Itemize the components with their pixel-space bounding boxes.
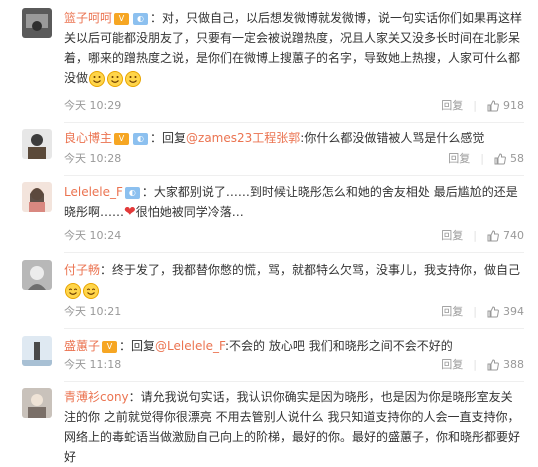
username[interactable]: 良心博主 — [64, 131, 112, 145]
comment-text: 盛蕙子 V ：回复@Lelelele_F:不会的 放心吧 我们和晓彤之间不会不好的 — [64, 336, 524, 356]
mention-link[interactable]: @Lelelele_F — [155, 339, 225, 353]
comment-meta: 今天 10:29 回复 | 918 — [64, 97, 524, 115]
reply-button[interactable]: 回复 — [441, 356, 463, 374]
comment-text: 付子畅：终于发了，我都替你憋的慌，骂，就都特么欠骂，没事儿，我支持你，做自己 — [64, 260, 524, 300]
comment-text: Lelelele_F ◐ ：大家都别说了……到时候让晓彤怎么和她的舍友相处 最后尴尬… — [64, 182, 524, 222]
comment-body: ：终于发了，我都替你憋的慌，骂，就都特么欠骂，没事儿，我支持你，做自己 — [100, 263, 521, 277]
avatar[interactable] — [22, 336, 52, 366]
divider — [64, 328, 524, 329]
reply-prefix: ：回复 — [119, 339, 156, 353]
reply-button[interactable]: 回复 — [448, 150, 470, 168]
reply-prefix: ：回复 — [150, 131, 187, 145]
comment-actions: 回复 | 918 — [441, 97, 524, 115]
thumb-up-icon — [494, 153, 506, 165]
avatar[interactable] — [22, 388, 52, 418]
avatar[interactable] — [22, 260, 52, 290]
like-count: 918 — [503, 99, 524, 112]
thumb-up-icon — [487, 230, 499, 242]
thumb-up-icon — [487, 306, 499, 318]
like-button[interactable]: 740 — [487, 227, 524, 245]
like-button[interactable]: 394 — [487, 303, 524, 321]
timestamp: 今天 11:18 — [64, 358, 122, 371]
timestamp: 今天 10:28 — [64, 152, 122, 165]
vip-badge-icon: V — [114, 12, 130, 25]
avatar[interactable] — [22, 8, 52, 38]
username[interactable]: 篮子呵呵 — [64, 11, 112, 25]
level-icon: ◐ — [133, 132, 149, 145]
reply-button[interactable]: 回复 — [441, 227, 463, 245]
comment-body: :你什么都没做错被人骂是什么感觉 — [300, 131, 485, 145]
comment-actions: 回复 | 740 — [441, 227, 524, 245]
avatar[interactable] — [22, 182, 52, 212]
timestamp: 今天 10:21 — [64, 305, 122, 318]
username[interactable]: 盛蕙子 — [64, 339, 100, 353]
reply-button[interactable]: 回复 — [441, 97, 463, 115]
like-button[interactable]: 58 — [494, 150, 524, 168]
comment-text: 良心博主 V ◐ ：回复@zames23工程张郭:你什么都没做错被人骂是什么感觉 — [64, 128, 524, 148]
comment-actions: 回复 | 388 — [441, 356, 524, 374]
like-count: 388 — [503, 358, 524, 371]
like-count: 740 — [503, 229, 524, 242]
comment-text: 篮子呵呵 V ◐ ：对，只做自己，以后想发微博就发微博，说一句实话你们如果再这样关以后… — [64, 8, 524, 88]
comment-actions: 回复 | 394 — [441, 303, 524, 321]
comment-text: 青薄衫cony：请允我说句实话，我认识你确实是因为晓彤，也是因为你是晓彤室友关注… — [64, 387, 524, 467]
like-count: 394 — [503, 305, 524, 318]
reply-button[interactable]: 回复 — [441, 303, 463, 321]
comment-body: ：请允我说句实话，我认识你确实是因为晓彤，也是因为你是晓彤室友关注的你 之前就觉… — [64, 390, 521, 464]
comment-list: 篮子呵呵 V ◐ ：对，只做自己，以后想发微博就发微博，说一句实话你们如果再这样关以后… — [0, 0, 538, 464]
vip-badge-icon: V — [114, 132, 130, 145]
comment-body: :不会的 放心吧 我们和晓彤之间不会不好的 — [225, 339, 453, 353]
thumb-up-icon — [487, 100, 499, 112]
comment-body-2: 很怕她被同学冷落… — [135, 205, 244, 219]
username[interactable]: 青薄衫cony — [64, 390, 129, 404]
like-button[interactable]: 918 — [487, 97, 524, 115]
level-icon: ◐ — [124, 186, 140, 199]
like-button[interactable]: 388 — [487, 356, 524, 374]
smile-emoji-icon — [88, 70, 142, 87]
comment-meta: 今天 10:24 回复 | 740 — [64, 227, 524, 245]
mention-link[interactable]: @zames23工程张郭 — [186, 131, 300, 145]
divider — [64, 175, 524, 176]
thumb-up-icon — [487, 359, 499, 371]
level-icon: ◐ — [133, 12, 149, 25]
smile-emoji-icon — [64, 282, 100, 299]
vip-badge-icon: V — [102, 340, 118, 353]
timestamp: 今天 10:24 — [64, 229, 122, 242]
timestamp: 今天 10:29 — [64, 99, 122, 112]
comment-meta: 今天 10:28 回复 | 58 — [64, 150, 524, 168]
divider — [64, 252, 524, 253]
avatar[interactable] — [22, 129, 52, 159]
comment-meta: 今天 11:18 回复 | 388 — [64, 356, 524, 374]
like-count: 58 — [510, 152, 524, 165]
heart-icon: ❤ — [124, 204, 136, 220]
divider — [64, 122, 524, 123]
username[interactable]: 付子畅 — [64, 263, 100, 277]
username[interactable]: Lelelele_F — [64, 185, 123, 199]
comment-actions: 回复 | 58 — [448, 150, 524, 168]
divider — [64, 381, 524, 382]
comment-meta: 今天 10:21 回复 | 394 — [64, 303, 524, 321]
